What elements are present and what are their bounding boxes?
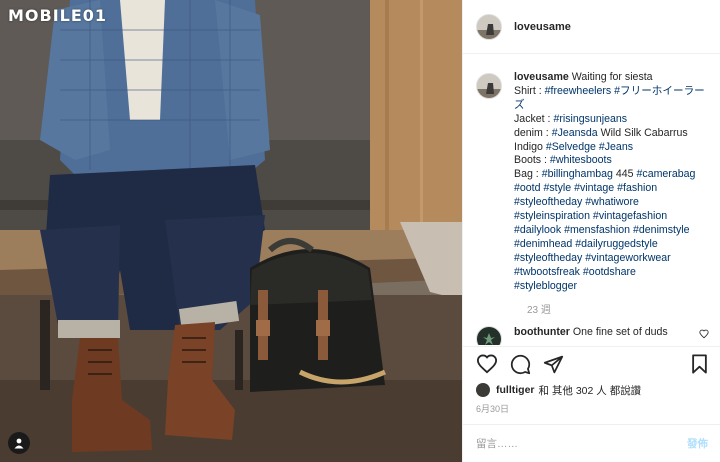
caption-segment: Waiting for siesta bbox=[571, 71, 653, 83]
hashtag-link[interactable]: #Jeans bbox=[599, 141, 633, 153]
hashtag-link[interactable]: #dailylook bbox=[514, 224, 561, 236]
hashtag-link[interactable]: #Selvedge bbox=[546, 141, 596, 153]
hashtag-link[interactable]: #dailyruggedstyle bbox=[575, 238, 657, 250]
comment-text: boothunter One fine set of duds bbox=[514, 326, 668, 346]
header-username[interactable]: loveusame bbox=[514, 21, 571, 33]
avatar-image bbox=[477, 14, 501, 39]
action-icons bbox=[476, 347, 708, 381]
likes-summary: fulltiger 和 其他 302 人 都說讚 bbox=[476, 381, 708, 399]
liker-username[interactable]: fulltiger bbox=[496, 384, 535, 396]
watermark-logo: MOBILE01 bbox=[8, 6, 108, 25]
caption-segment: 445 bbox=[612, 168, 637, 181]
post-photo[interactable]: MOBILE01 bbox=[0, 0, 462, 462]
caption-avatar[interactable] bbox=[476, 73, 502, 99]
hashtag-link[interactable]: #ootdshare bbox=[583, 266, 636, 278]
hashtag-link[interactable]: #vintagefashion bbox=[593, 210, 667, 222]
comment-item: boothunter One fine set of duds bbox=[476, 325, 711, 346]
comment-username[interactable]: boothunter bbox=[514, 326, 570, 338]
hashtag-link[interactable]: #styleinspiration bbox=[514, 210, 590, 222]
caption-segment: Boots : bbox=[514, 154, 550, 167]
share-button[interactable] bbox=[543, 354, 564, 375]
liker-avatar[interactable] bbox=[476, 383, 490, 397]
caption-text: loveusame Waiting for siesta Shirt : #fre… bbox=[514, 71, 710, 294]
share-icon bbox=[543, 355, 564, 373]
hashtag-link[interactable]: #whitesboots bbox=[550, 154, 612, 166]
caption-segment: Shirt : bbox=[514, 84, 545, 97]
hashtag-link[interactable]: #twbootsfreak bbox=[514, 266, 580, 278]
caption-time: 23 週 bbox=[527, 304, 551, 316]
post-comment-button[interactable]: 發佈 bbox=[687, 436, 708, 451]
hashtag-link[interactable]: #denimstyle bbox=[633, 224, 690, 236]
hashtag-link[interactable]: #styleoftheday bbox=[514, 196, 582, 208]
add-comment-bar: 發佈 bbox=[463, 424, 720, 462]
comment-body: One fine set of duds bbox=[572, 325, 668, 338]
leaf-icon bbox=[483, 332, 495, 345]
hashtag-link[interactable]: #styleblogger bbox=[514, 280, 577, 292]
post-date[interactable]: 6月30日 bbox=[476, 402, 708, 415]
comments-area[interactable]: loveusame Waiting for siesta Shirt : #fre… bbox=[463, 55, 720, 345]
hashtag-link[interactable]: #styleoftheday bbox=[514, 252, 582, 264]
heart-icon bbox=[699, 329, 709, 338]
hashtag-link[interactable]: #vintageworkwear bbox=[585, 252, 670, 264]
save-button[interactable] bbox=[691, 354, 708, 374]
avatar-image bbox=[477, 74, 501, 98]
hashtag-link[interactable]: #freewheelers bbox=[545, 85, 612, 97]
comment-avatar[interactable] bbox=[476, 325, 502, 345]
comment-like-button[interactable] bbox=[699, 329, 709, 342]
hashtag-link[interactable]: #mensfashion bbox=[564, 224, 630, 236]
hashtag-link[interactable]: #vintage bbox=[574, 182, 614, 194]
caption-segment: Wild Silk Cabarrus bbox=[597, 126, 688, 139]
heart-icon bbox=[476, 354, 498, 374]
hashtag-link[interactable]: #Jeansda bbox=[552, 127, 598, 139]
post-header: loveusame bbox=[463, 0, 720, 54]
comment-input[interactable] bbox=[476, 437, 687, 450]
user-tag-icon bbox=[14, 438, 24, 449]
caption-segment: Jacket : bbox=[514, 112, 554, 125]
hashtag-link[interactable]: #risingsunjeans bbox=[553, 113, 627, 125]
hashtag-link[interactable]: #denimhead bbox=[514, 238, 572, 250]
hashtag-link[interactable]: #fashion bbox=[617, 182, 657, 194]
caption: loveusame Waiting for siesta Shirt : #fre… bbox=[476, 71, 711, 294]
hashtag-link[interactable]: #camerabag bbox=[637, 168, 696, 180]
caption-segment: Indigo bbox=[514, 140, 546, 153]
comment-button[interactable] bbox=[510, 354, 531, 375]
hashtag-link[interactable]: #billinghambag bbox=[542, 168, 613, 180]
post-side-panel: loveusame loveusame Waiting for siesta Sh… bbox=[462, 0, 720, 462]
caption-segment: Bag : bbox=[514, 168, 542, 181]
caption-segment: denim : bbox=[514, 126, 552, 139]
hashtag-link[interactable]: #ootd bbox=[514, 182, 541, 194]
avatar[interactable] bbox=[476, 13, 502, 40]
comment-icon bbox=[510, 354, 531, 374]
action-bar: fulltiger 和 其他 302 人 都說讚 6月30日 bbox=[463, 346, 720, 415]
caption-username[interactable]: loveusame bbox=[514, 71, 569, 83]
likes-count-text[interactable]: 和 其他 302 人 都說讚 bbox=[539, 383, 642, 398]
bookmark-icon bbox=[692, 354, 707, 374]
hashtag-link[interactable]: #whatiwore bbox=[585, 196, 639, 208]
like-button[interactable] bbox=[476, 354, 498, 374]
user-tag-button[interactable] bbox=[8, 432, 30, 454]
hashtag-link[interactable]: #style bbox=[543, 182, 571, 194]
photo-image bbox=[0, 0, 462, 462]
